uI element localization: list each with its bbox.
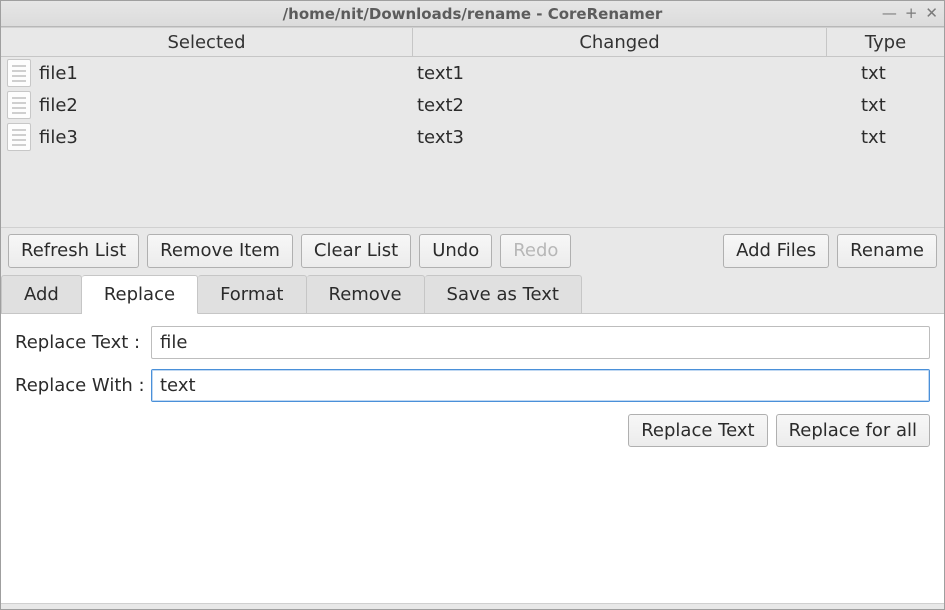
tab-save-as-text[interactable]: Save as Text: [425, 275, 582, 313]
window-title: /home/nit/Downloads/rename - CoreRenamer: [1, 5, 944, 23]
tab-remove[interactable]: Remove: [307, 275, 425, 313]
replace-panel-actions: Replace Text Replace for all: [15, 414, 930, 448]
cell-changed: text3: [413, 127, 827, 148]
column-header-selected[interactable]: Selected: [1, 28, 413, 56]
cell-selected: file1: [1, 59, 413, 87]
cell-selected-text: file3: [39, 127, 78, 148]
replace-for-all-button[interactable]: Replace for all: [776, 414, 930, 448]
redo-button[interactable]: Redo: [500, 234, 571, 268]
column-header-changed[interactable]: Changed: [413, 28, 827, 56]
replace-text-input[interactable]: [151, 326, 930, 359]
cell-type: txt: [827, 63, 944, 84]
file-icon: [7, 91, 31, 119]
clear-list-button[interactable]: Clear List: [301, 234, 411, 268]
title-bar: /home/nit/Downloads/rename - CoreRenamer…: [1, 1, 944, 27]
table-row[interactable]: file2 text2 txt: [1, 89, 944, 121]
status-strip: [1, 603, 944, 609]
tab-strip: Add Replace Format Remove Save as Text: [1, 274, 944, 314]
refresh-list-button[interactable]: Refresh List: [8, 234, 139, 268]
cell-selected: file2: [1, 91, 413, 119]
table-row[interactable]: file1 text1 txt: [1, 57, 944, 89]
tab-replace[interactable]: Replace: [82, 275, 198, 314]
tab-format[interactable]: Format: [198, 275, 306, 313]
close-icon[interactable]: ✕: [925, 6, 938, 21]
tab-add[interactable]: Add: [1, 275, 82, 313]
table-header: Selected Changed Type: [1, 28, 944, 57]
cell-selected-text: file2: [39, 95, 78, 116]
replace-panel: Replace Text : Replace With : Replace Te…: [1, 314, 944, 603]
add-files-button[interactable]: Add Files: [723, 234, 829, 268]
maximize-icon[interactable]: +: [905, 6, 918, 21]
cell-changed: text2: [413, 95, 827, 116]
replace-text-button[interactable]: Replace Text: [628, 414, 767, 448]
column-header-type[interactable]: Type: [827, 28, 944, 56]
cell-selected-text: file1: [39, 63, 78, 84]
toolbar: Refresh List Remove Item Clear List Undo…: [1, 227, 944, 274]
replace-with-input[interactable]: [151, 369, 930, 402]
cell-selected: file3: [1, 123, 413, 151]
content-area: Selected Changed Type file1 text1 txt fi…: [1, 27, 944, 609]
remove-item-button[interactable]: Remove Item: [147, 234, 293, 268]
file-icon: [7, 59, 31, 87]
cell-type: txt: [827, 127, 944, 148]
replace-text-label: Replace Text :: [15, 332, 143, 353]
replace-with-row: Replace With :: [15, 369, 930, 402]
file-icon: [7, 123, 31, 151]
replace-with-label: Replace With :: [15, 375, 143, 396]
table-body: file1 text1 txt file2 text2 txt file3 te…: [1, 57, 944, 227]
window-controls: — + ✕: [882, 1, 938, 26]
minimize-icon[interactable]: —: [882, 6, 897, 21]
replace-text-row: Replace Text :: [15, 326, 930, 359]
cell-changed: text1: [413, 63, 827, 84]
table-row[interactable]: file3 text3 txt: [1, 121, 944, 153]
cell-type: txt: [827, 95, 944, 116]
undo-button[interactable]: Undo: [419, 234, 492, 268]
rename-button[interactable]: Rename: [837, 234, 937, 268]
app-window: /home/nit/Downloads/rename - CoreRenamer…: [0, 0, 945, 610]
